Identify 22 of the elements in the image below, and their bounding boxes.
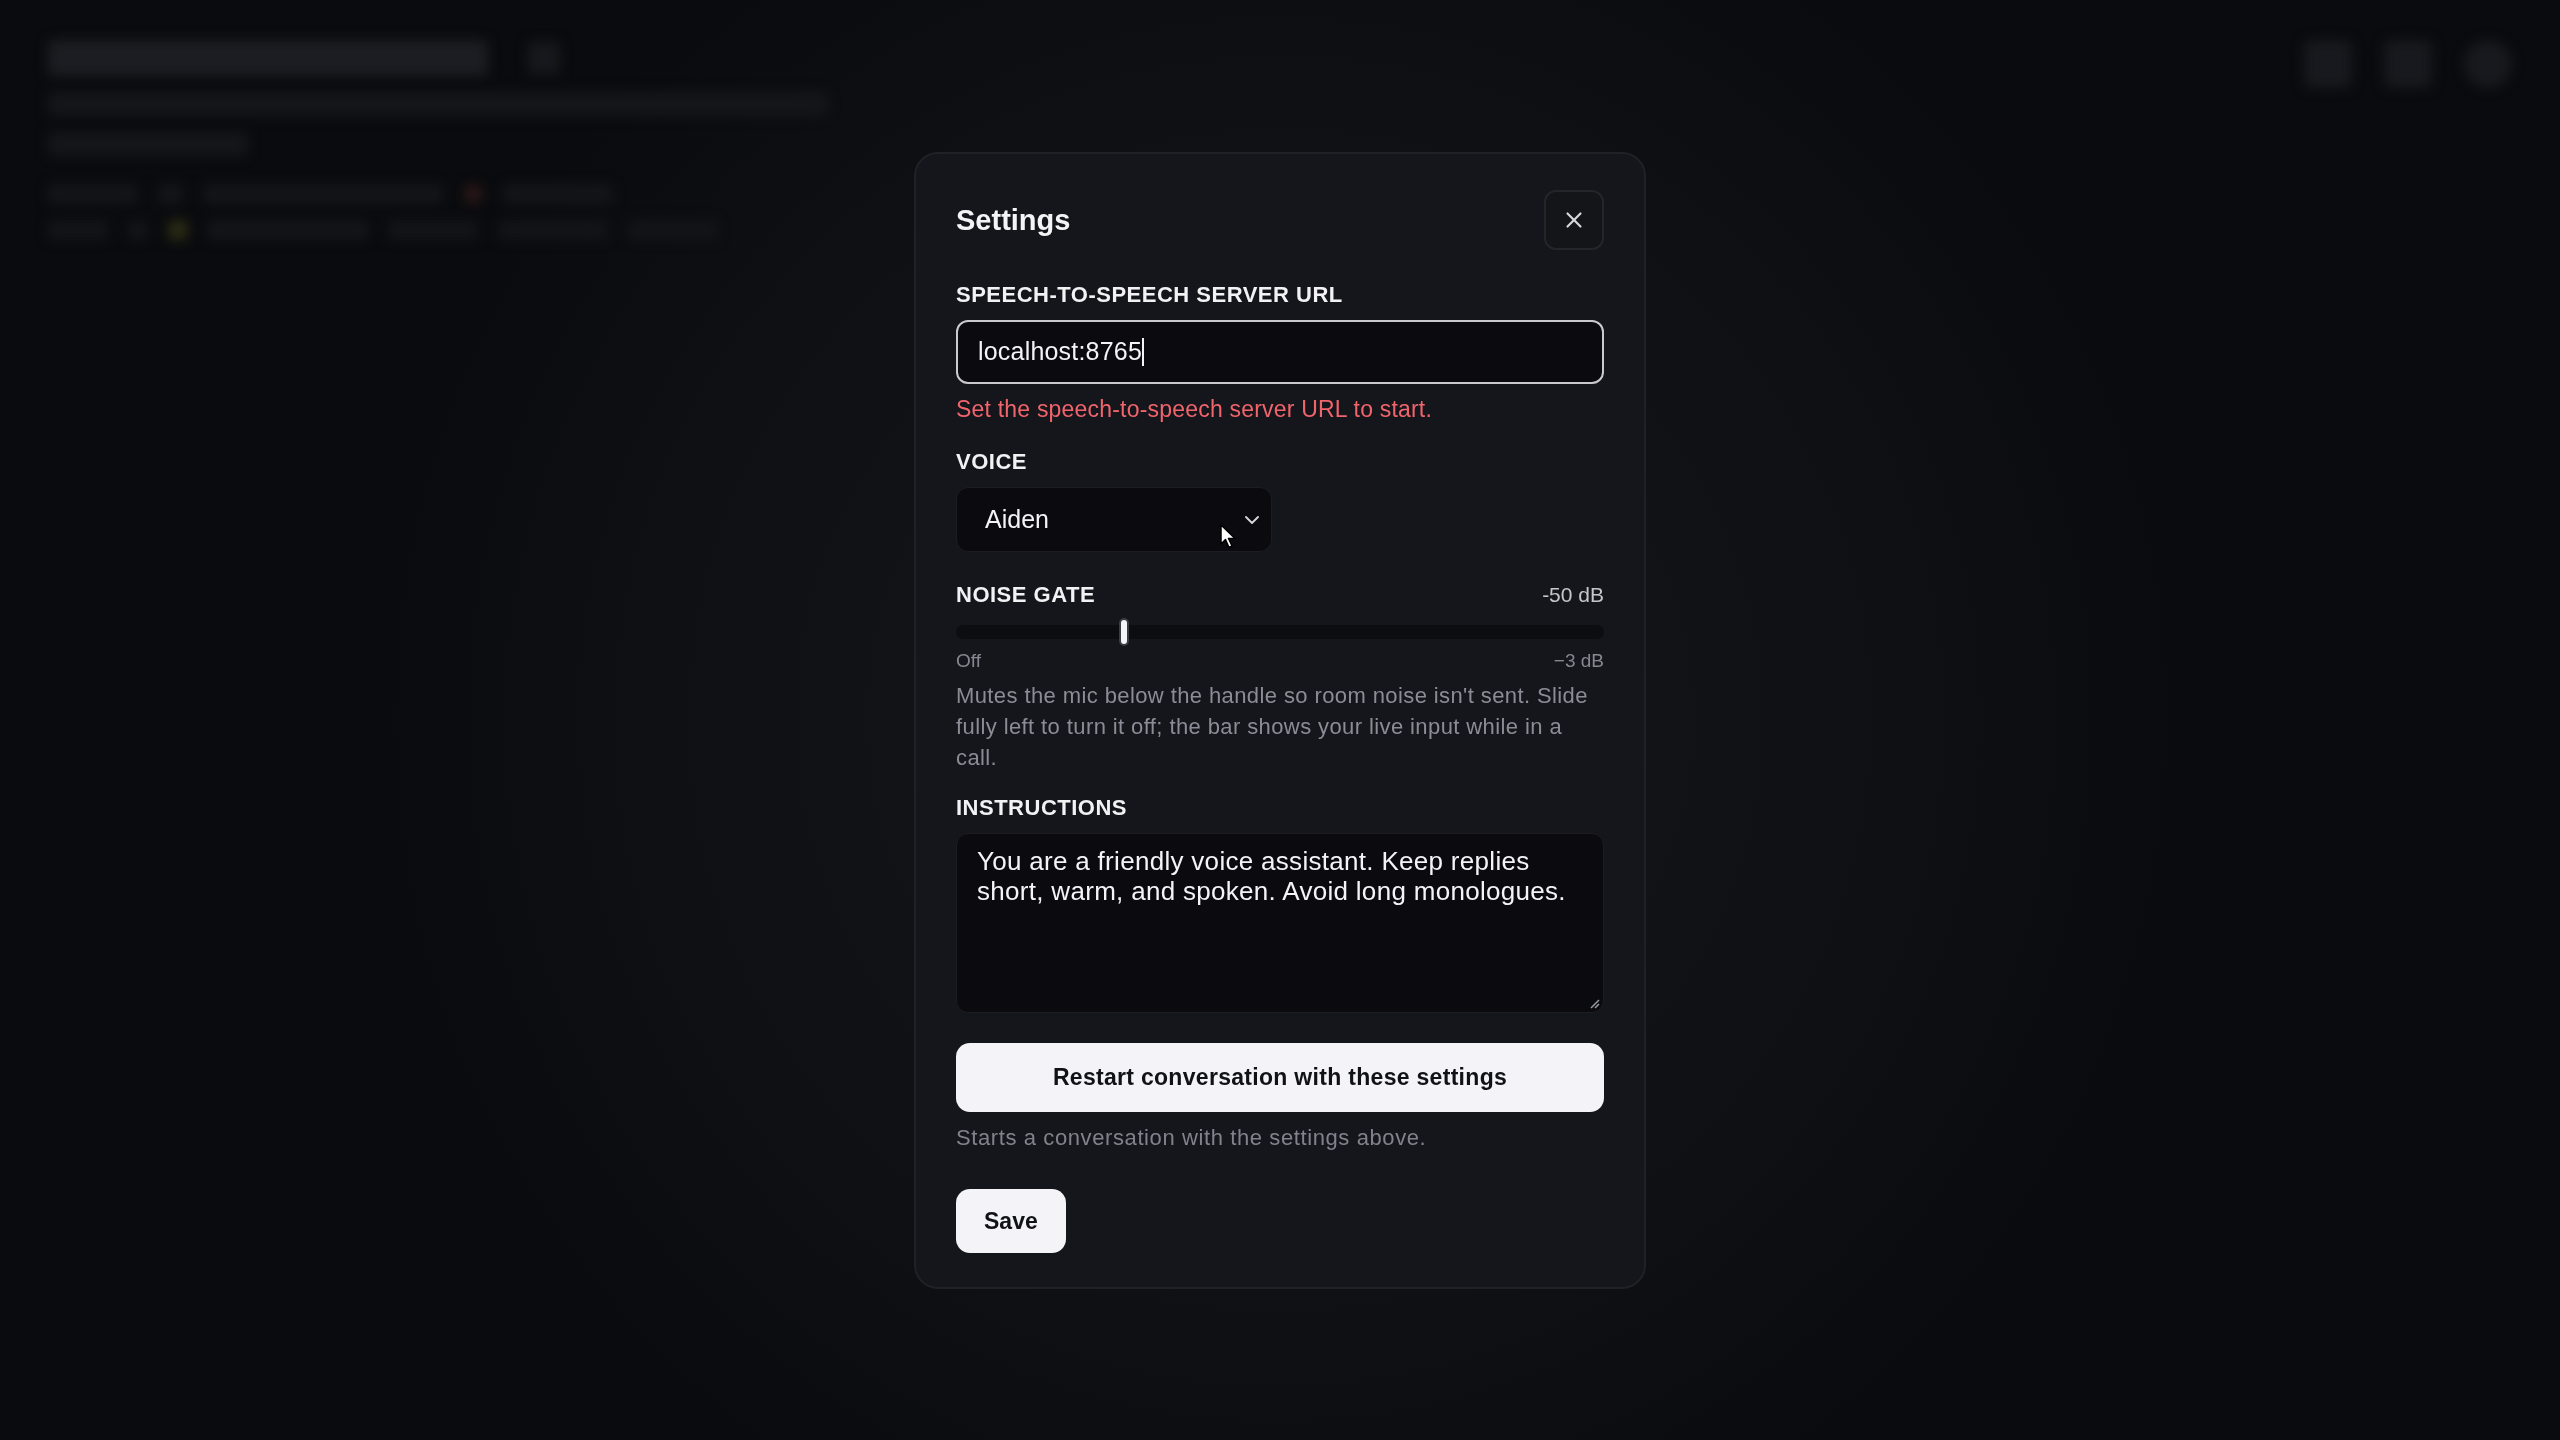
resize-grip-icon xyxy=(1590,999,1600,1009)
instructions-field[interactable]: You are a friendly voice assistant. Keep replies short, warm, and spoken. Avoid long monologues. xyxy=(956,833,1604,1013)
dialog-title: Settings xyxy=(956,203,1071,237)
field-label: VOICE xyxy=(956,449,1028,475)
noise-gate-reading: -50 dB xyxy=(1542,582,1604,608)
close-button[interactable] xyxy=(1544,190,1604,250)
noise-gate-help-text: Mutes the mic below the handle so room noise isn't sent. Slide fully left to turn it off; the bar shows your live input while in a call. xyxy=(956,682,1589,772)
field-label: INSTRUCTIONS xyxy=(956,795,1128,821)
mouse-pointer-icon xyxy=(1220,524,1237,549)
restart-conversation-button[interactable]: Restart conversation with these settings xyxy=(956,1043,1604,1112)
text-cursor-icon xyxy=(1142,338,1145,366)
field-label: SPEECH-TO-SPEECH SERVER URL xyxy=(956,282,1344,308)
slider-handle[interactable] xyxy=(1119,618,1130,646)
error-message: Set the speech-to-speech server URL to start. xyxy=(956,396,1434,422)
slider-max-label: −3 dB xyxy=(1553,650,1604,672)
voice-select[interactable]: Aiden xyxy=(956,487,1272,552)
server-url-field[interactable]: localhost:8765 xyxy=(956,320,1604,384)
slider-min-label: Off xyxy=(956,650,981,672)
chevron-down-icon xyxy=(1245,515,1259,524)
field-label: NOISE GATE xyxy=(956,582,1096,608)
save-button[interactable]: Save xyxy=(956,1189,1066,1253)
restart-help-text: Starts a conversation with the settings above. xyxy=(956,1125,1428,1151)
